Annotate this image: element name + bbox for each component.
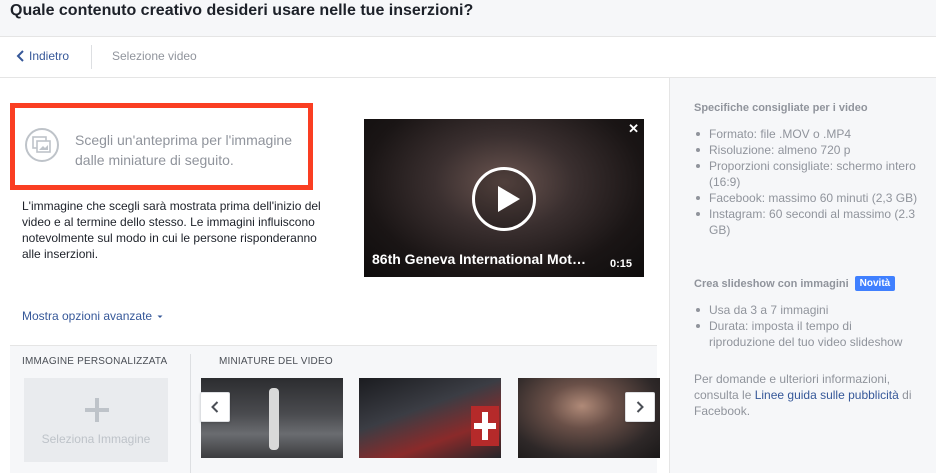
advanced-options-label: Mostra opzioni avanzate [22,309,153,323]
back-label: Indietro [29,49,70,63]
video-duration: 0:15 [609,258,632,270]
list-item: Formato: file .MOV o .MP4 [694,126,920,142]
advanced-options-link[interactable]: Mostra opzioni avanzate [22,309,164,323]
thumbnail-prompt-box: Scegli un'anteprima per l'immagine dalle… [10,103,313,190]
chevron-left-icon [16,50,24,62]
specs-title: Specifiche consigliate per i video [694,102,868,114]
list-item: Risoluzione: almeno 720 p [694,142,920,158]
slideshow-title: Crea slideshow con immagini Novità [694,276,896,291]
play-button[interactable] [472,167,536,231]
image-stack-icon [25,128,59,162]
video-thumbnail[interactable] [359,378,501,458]
back-button[interactable]: Indietro [16,49,69,63]
custom-image-label: IMMAGINE PERSONALIZZATA [22,356,168,367]
list-item: Usa da 3 a 7 immagini [694,302,920,318]
slideshow-title-text: Crea slideshow con immagini [694,277,849,290]
video-thumbnails-label: MINIATURE DEL VIDEO [219,356,333,367]
nav-divider [91,45,92,69]
close-icon[interactable]: ✕ [628,121,639,137]
thumbnail-picker: IMMAGINE PERSONALIZZATA Seleziona Immagi… [10,345,660,473]
thumbnail-figure [269,388,279,450]
video-preview[interactable]: ✕ 86th Geneva International Moto… 0:15 [364,119,644,277]
caret-down-icon [157,315,163,318]
list-item: Facebook: massimo 60 minuti (2,3 GB) [694,190,920,206]
video-specs-panel: Specifiche consigliate per i video Forma… [669,78,936,473]
breadcrumb-current: Selezione video [112,49,197,63]
thumbnails-next-button[interactable] [625,392,655,422]
list-item: Durata: imposta il tempo di riproduzione… [694,318,920,350]
picker-divider [190,354,191,473]
thumbnail-figure [471,406,499,446]
thumbnails-prev-button[interactable] [200,392,230,422]
thumbnail-description: L'immagine che scegli sarà mostrata prim… [22,199,321,261]
specs-list: Formato: file .MOV o .MP4 Risoluzione: a… [694,126,920,238]
plus-icon [85,398,109,422]
ad-guidelines-link[interactable]: Linee guida sulle pubblicità [755,388,899,402]
list-item: Proporzioni consigliate: schermo intero … [694,158,920,190]
new-badge: Novità [854,276,896,291]
slideshow-list: Usa da 3 a 7 immagini Durata: imposta il… [694,302,920,350]
select-image-button[interactable]: Seleziona Immagine [24,378,168,462]
thumbnail-prompt: Scegli un'anteprima per l'immagine dalle… [75,132,293,168]
video-title: 86th Geneva International Moto… [372,251,592,267]
chevron-right-icon [636,401,644,413]
list-item: Instagram: 60 secondi al massimo (2.3 GB… [694,206,920,238]
page-header: Quale contenuto creativo desideri usare … [0,0,936,37]
breadcrumb: Indietro Selezione video [0,37,936,78]
chevron-left-icon [211,401,219,413]
contact-info: Per domande e ulteriori informazioni, co… [694,371,916,419]
select-image-label: Seleziona Immagine [41,432,151,446]
page-title: Quale contenuto creativo desideri usare … [10,2,474,19]
